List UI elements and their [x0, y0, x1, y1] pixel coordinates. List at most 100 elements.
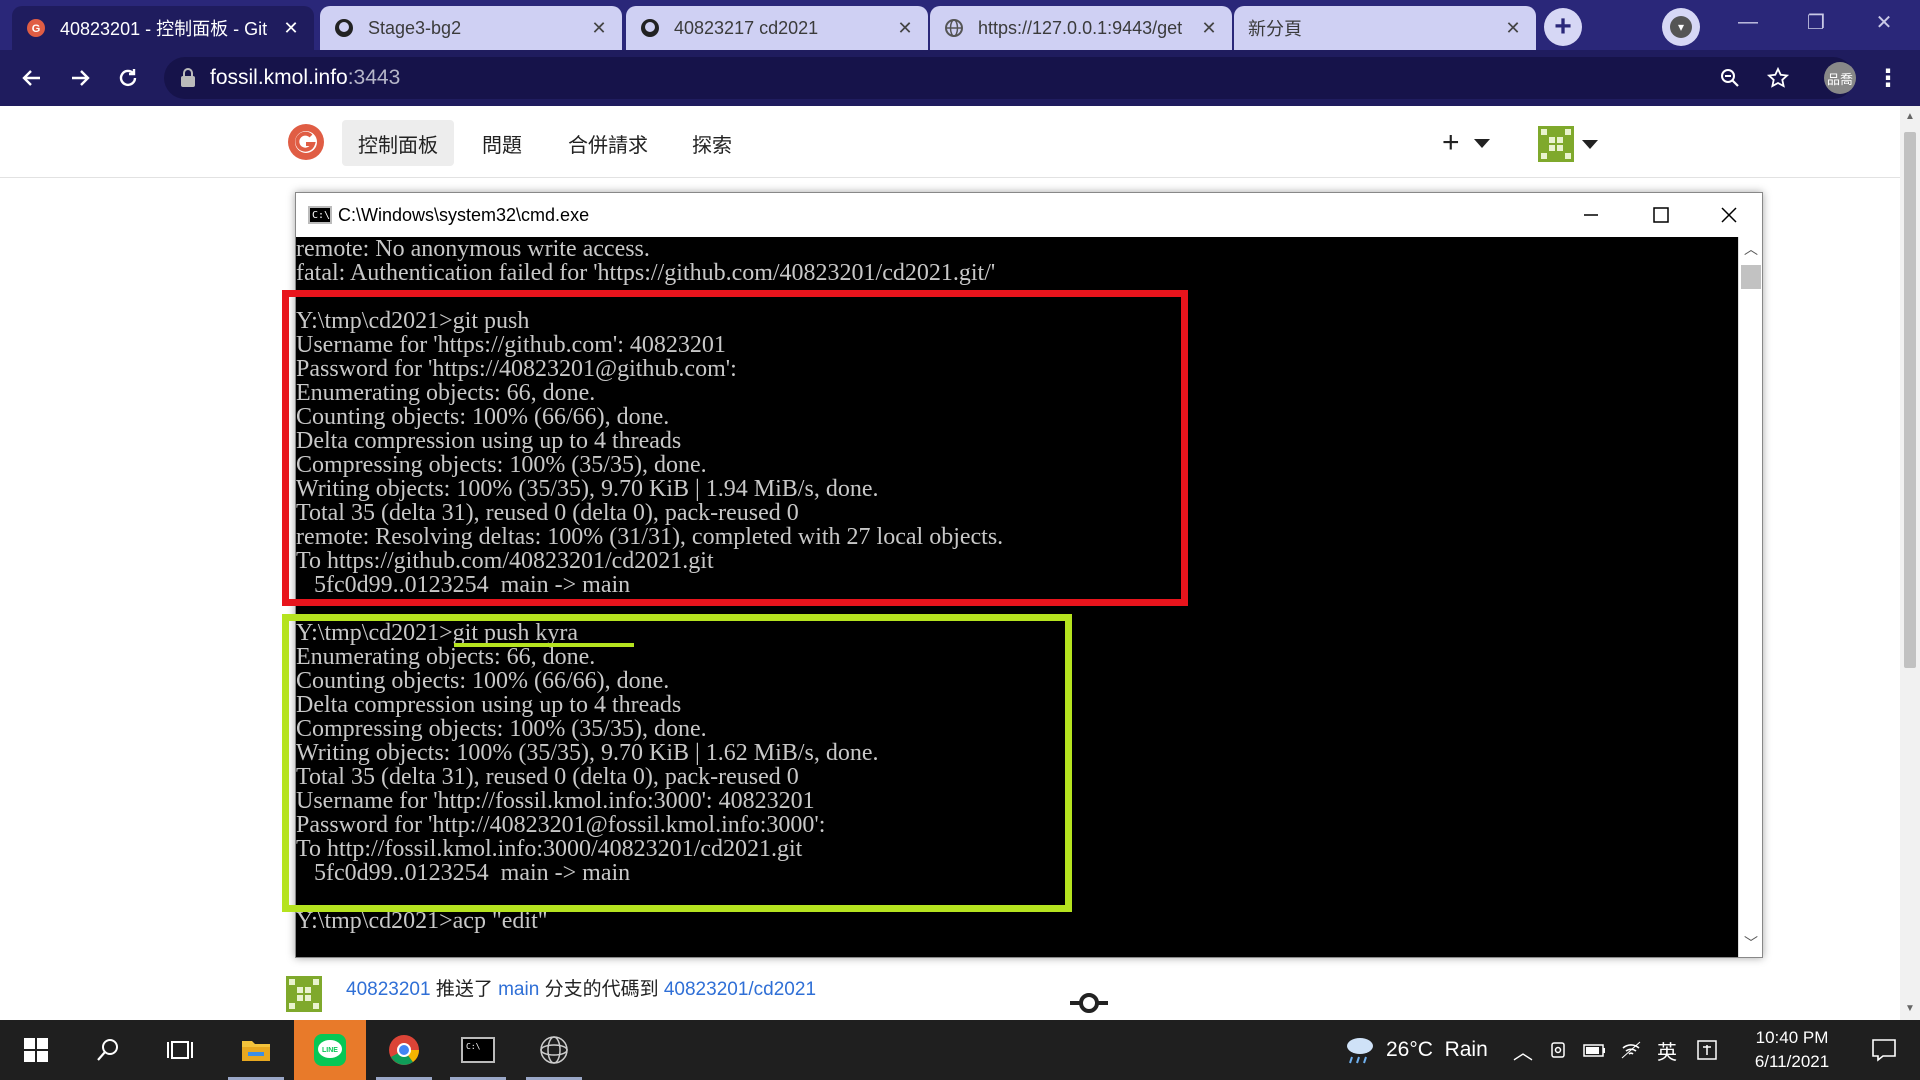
feed-branch-link[interactable]: main [498, 979, 539, 1000]
nav-dashboard[interactable]: 控制面板 [342, 120, 454, 166]
restore-window-button[interactable]: ❐ [1782, 0, 1850, 44]
tab-localhost-9443[interactable]: https://127.0.0.1:9443/get ✕ [930, 6, 1232, 50]
tab-title: 40823201 - 控制面板 - Gitea [60, 19, 268, 39]
cmd-titlebar[interactable]: C:\ C:\Windows\system32\cmd.exe [296, 193, 1762, 237]
page-scrollbar[interactable]: ▲ ▼ [1900, 106, 1920, 1020]
chrome-icon [389, 1035, 419, 1065]
system-clock[interactable]: 10:40 PM 6/11/2021 [1740, 1026, 1844, 1074]
search-button[interactable] [72, 1020, 144, 1080]
feed-text: 推送了 [430, 979, 499, 1000]
clock-date: 6/11/2021 [1754, 1052, 1830, 1071]
feed-user-link[interactable]: 40823201 [346, 979, 431, 1000]
svg-text:LINE: LINE [322, 1047, 338, 1054]
close-tab-icon[interactable]: ✕ [896, 18, 914, 38]
activity-feed-item: 40823201 推送了 main 分支的代碼到 40823201/cd2021 [346, 974, 816, 1001]
browser-tab-strip: G 40823201 - 控制面板 - Gitea ✕ Stage3-bg2 ✕… [0, 0, 1920, 50]
taskbar-globe-app[interactable] [518, 1020, 590, 1080]
globe-icon [944, 18, 964, 38]
scroll-down-icon[interactable]: ﹀ [1741, 933, 1761, 953]
nav-issues[interactable]: 問題 [466, 120, 538, 166]
wifi-icon[interactable] [1616, 1020, 1646, 1080]
ime-mode-icon[interactable] [1692, 1020, 1722, 1080]
reload-icon [119, 69, 137, 87]
nav-pull-requests[interactable]: 合併請求 [552, 120, 664, 166]
github-icon [640, 18, 660, 38]
windows-taskbar: LINE C:\ 26°C Rain ︿ 英 10:40 PM 6/11/202… [0, 1020, 1920, 1080]
nav-explore[interactable]: 探索 [676, 120, 748, 166]
close-tab-icon[interactable]: ✕ [1200, 18, 1218, 38]
svg-text:G: G [32, 23, 41, 35]
folder-icon [242, 1041, 270, 1061]
tab-title: https://127.0.0.1:9443/get [978, 17, 1183, 38]
search-icon [97, 1039, 118, 1061]
close-window-button[interactable]: ✕ [1850, 0, 1918, 44]
chevron-down-icon: ▾ [1670, 16, 1692, 38]
input-method-indicator[interactable]: 英 [1652, 1020, 1682, 1080]
console-line: fatal: Authentication failed for 'https:… [296, 260, 996, 286]
task-view-button[interactable] [144, 1020, 216, 1080]
lock-icon [181, 68, 195, 87]
console-line: remote: No anonymous write access. [296, 237, 650, 262]
cmd-scrollbar[interactable]: ︿ ﹀ [1738, 237, 1762, 957]
page-scrollbar-thumb[interactable] [1904, 132, 1916, 668]
maximize-icon [1653, 207, 1669, 223]
scroll-down-icon[interactable]: ▼ [1904, 1002, 1916, 1014]
start-button[interactable] [0, 1020, 72, 1080]
cmd-minimize-button[interactable] [1556, 193, 1626, 237]
weather-widget[interactable]: 26°C Rain [1342, 1020, 1488, 1080]
notification-icon [1872, 1039, 1896, 1062]
annotation-green-box [282, 614, 1072, 912]
github-icon [334, 18, 354, 38]
caret-down-icon [1473, 138, 1490, 148]
user-menu-dropdown[interactable] [1538, 126, 1598, 162]
tab-search-button[interactable]: ▾ [1662, 8, 1700, 46]
show-hidden-icons-chevron-icon[interactable]: ︿ [1508, 1020, 1538, 1080]
address-bar[interactable]: fossil.kmol.info:3443 [164, 57, 1854, 99]
windows-logo-icon [24, 1038, 48, 1062]
tab-new-tab[interactable]: 新分頁 ✕ [1234, 6, 1536, 50]
close-tab-icon[interactable]: ✕ [282, 18, 300, 38]
profile-avatar[interactable]: 品喬 [1824, 62, 1856, 94]
svg-text:C:\: C:\ [466, 1042, 481, 1051]
feed-avatar[interactable] [286, 976, 322, 1012]
rain-cloud-icon [1347, 1038, 1373, 1064]
back-arrow-icon [22, 70, 40, 86]
console-line: Y:\tmp\cd2021>acp "edit" [296, 908, 548, 934]
scroll-up-icon[interactable]: ︿ [1741, 239, 1761, 259]
caret-down-icon [1582, 139, 1598, 149]
cmd-scrollbar-thumb[interactable] [1741, 265, 1761, 289]
tab-40823217-cd2021[interactable]: 40823217 cd2021 ✕ [626, 6, 928, 50]
taskbar-file-explorer[interactable] [220, 1020, 292, 1080]
plus-icon: + [1442, 126, 1460, 159]
browser-menu-button[interactable]: ⋮ [1870, 60, 1906, 96]
battery-icon[interactable] [1580, 1020, 1610, 1080]
reload-button[interactable] [110, 60, 146, 96]
feed-text: 分支的代碼到 [539, 979, 664, 1000]
tab-stage3-bg2[interactable]: Stage3-bg2 ✕ [320, 6, 622, 50]
meet-now-icon[interactable] [1544, 1020, 1574, 1080]
forward-button[interactable] [62, 60, 98, 96]
forward-arrow-icon [72, 70, 90, 86]
close-icon [1721, 207, 1737, 223]
zoom-icon[interactable] [1714, 62, 1746, 94]
create-new-dropdown[interactable]: + [1442, 126, 1490, 160]
bookmark-star-icon[interactable] [1762, 62, 1794, 94]
gitea-logo-icon[interactable] [286, 122, 326, 162]
back-button[interactable] [14, 60, 50, 96]
cmd-maximize-button[interactable] [1626, 193, 1696, 237]
weather-text: 26°C Rain [1386, 1038, 1488, 1061]
taskbar-chrome[interactable] [368, 1020, 440, 1080]
tab-gitea-dashboard[interactable]: G 40823201 - 控制面板 - Gitea ✕ [12, 6, 314, 50]
line-app-icon: LINE [314, 1034, 346, 1066]
taskbar-line[interactable]: LINE [294, 1020, 366, 1080]
close-tab-icon[interactable]: ✕ [590, 18, 608, 38]
taskbar-cmd[interactable]: C:\ [442, 1020, 514, 1080]
close-tab-icon[interactable]: ✕ [1504, 18, 1522, 38]
scroll-up-icon[interactable]: ▲ [1904, 110, 1916, 122]
wireframe-globe-icon [540, 1036, 568, 1064]
feed-repo-link[interactable]: 40823201/cd2021 [664, 979, 816, 1000]
notification-center-button[interactable] [1848, 1020, 1920, 1080]
cmd-close-button[interactable] [1694, 193, 1764, 237]
new-tab-button[interactable]: + [1544, 8, 1582, 46]
minimize-window-button[interactable]: — [1714, 0, 1782, 44]
